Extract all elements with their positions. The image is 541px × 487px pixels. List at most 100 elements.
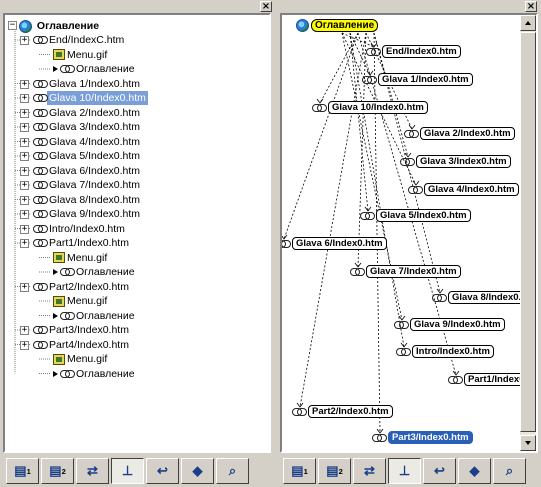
tree-item-page[interactable]: Glava 6/Index0.htm xyxy=(33,164,142,178)
expand-icon[interactable]: + xyxy=(20,340,29,350)
tree-item-page[interactable]: Glava 2/Index0.htm xyxy=(33,106,142,120)
tree-item-image[interactable]: Menu.gif xyxy=(53,251,109,265)
tab-number: 1 xyxy=(26,466,31,476)
tree-item-page[interactable]: Part3/Index0.htm xyxy=(33,323,131,337)
map-root-node[interactable]: Оглавление xyxy=(311,19,379,32)
objects-tab[interactable]: ◆ xyxy=(181,458,214,484)
search-tab[interactable]: ⌕ xyxy=(216,458,249,484)
link-icon xyxy=(432,293,447,302)
tree-item-page[interactable]: Glava 3/Index0.htm xyxy=(33,120,142,134)
close-tree-pane-button[interactable]: × xyxy=(260,1,272,12)
link-icon xyxy=(33,108,48,117)
site-map-view[interactable]: Оглавление End/Index0.htm Glava 1/Index0.… xyxy=(280,13,538,453)
map-node[interactable]: Glava 1/Index0.htm xyxy=(362,73,473,86)
tree-item-page[interactable]: Part4/Index0.htm xyxy=(33,338,131,352)
map-node[interactable]: End/Index0.htm xyxy=(366,45,461,58)
expand-icon[interactable]: + xyxy=(20,108,29,118)
tree-item-image[interactable]: Menu.gif xyxy=(53,294,109,308)
tree-item-page[interactable]: Glava 5/Index0.htm xyxy=(33,149,142,163)
link-icon xyxy=(366,47,381,56)
map-node[interactable]: Glava 9/Index0.htm xyxy=(394,318,505,331)
tree-item-page[interactable]: Glava 10/Index0.htm xyxy=(33,91,148,105)
tree-item-label: Glava 3/Index0.htm xyxy=(49,121,141,133)
arrow-icon xyxy=(53,66,58,73)
map-node[interactable]: Glava 4/Index0.htm xyxy=(408,183,519,196)
scroll-up-button[interactable] xyxy=(520,15,536,31)
tree-item-backlink[interactable]: Оглавление xyxy=(53,367,137,381)
expand-icon[interactable]: + xyxy=(20,282,29,292)
tree-item-page[interactable]: Part2/Index0.htm xyxy=(33,280,131,294)
tree-item-page[interactable]: Glava 1/Index0.htm xyxy=(33,77,142,91)
expand-icon[interactable]: + xyxy=(20,123,29,132)
map-vertical-scrollbar[interactable] xyxy=(520,15,536,451)
search-tab[interactable]: ⌕ xyxy=(493,458,526,484)
view-2-tab[interactable]: ▤ 2 xyxy=(41,458,74,484)
expand-icon[interactable]: + xyxy=(20,79,29,89)
objects-tab[interactable]: ◆ xyxy=(458,458,491,484)
hierarchy-tab[interactable]: ⊥ xyxy=(111,458,144,484)
view-1-tab[interactable]: ▤ 1 xyxy=(6,458,39,484)
tree-item-label: Оглавление xyxy=(76,367,135,380)
site-tree-view[interactable]: − Оглавление End/IndexC.htm + Menu.gif Огла… xyxy=(3,13,271,453)
link-icon xyxy=(282,239,291,248)
tree-item-backlink[interactable]: Оглавление xyxy=(53,309,137,323)
links-icon: ⇄ xyxy=(364,463,375,478)
expand-icon[interactable]: + xyxy=(20,181,29,190)
link-icon xyxy=(33,152,48,161)
return-tab[interactable]: ↩ xyxy=(423,458,456,484)
return-tab[interactable]: ↩ xyxy=(146,458,179,484)
scroll-down-button[interactable] xyxy=(520,435,536,451)
map-node-label: Intro/Index0.htm xyxy=(412,345,494,358)
link-icon xyxy=(33,166,48,175)
tree-item-label: Part4/Index0.htm xyxy=(49,338,129,351)
map-node-label: Part3/Index0.htm xyxy=(388,431,473,444)
tree-item-page[interactable]: Glava 8/Index0.htm xyxy=(33,193,142,207)
hierarchy-tab[interactable]: ⊥ xyxy=(388,458,421,484)
expand-icon[interactable]: + xyxy=(20,326,29,335)
expand-icon[interactable]: + xyxy=(20,94,29,103)
links-tab[interactable]: ⇄ xyxy=(353,458,386,484)
tree-item-page[interactable]: Intro/Index0.htm xyxy=(33,222,127,236)
links-tab[interactable]: ⇄ xyxy=(76,458,109,484)
tree-item-label: Glava 1/Index0.htm xyxy=(49,77,141,90)
map-node[interactable]: Part3/Index0.htm xyxy=(372,431,473,444)
expand-icon[interactable]: + xyxy=(20,137,29,147)
expand-icon[interactable]: + xyxy=(20,166,29,176)
map-node[interactable]: Glava 3/Index0.htm xyxy=(400,155,511,168)
tree-item-backlink[interactable]: Оглавление xyxy=(53,62,137,76)
tree-item-page[interactable]: Glava 9/Index0.htm xyxy=(33,207,142,221)
map-node[interactable]: Glava 7/Index0.htm xyxy=(350,265,461,278)
tree-item-page[interactable]: Glava 4/Index0.htm xyxy=(33,135,142,149)
map-node[interactable]: Intro/Index0.htm xyxy=(396,345,494,358)
tree-item-image[interactable]: Menu.gif xyxy=(53,352,109,366)
tree-item-backlink[interactable]: Оглавление xyxy=(53,265,137,279)
collapse-icon[interactable]: − xyxy=(8,21,17,30)
map-node[interactable]: Part2/Index0.htm xyxy=(292,405,393,418)
tree-item-label: End/IndexC.htm xyxy=(49,34,125,46)
expand-icon[interactable]: + xyxy=(20,152,29,161)
expand-icon[interactable]: + xyxy=(20,36,29,45)
tree-root[interactable]: − Оглавление xyxy=(8,19,101,33)
map-node-label: Glava 7/Index0.htm xyxy=(366,265,461,278)
expand-icon[interactable]: + xyxy=(20,210,29,219)
link-icon xyxy=(60,311,75,320)
tree-item-page[interactable]: Part1/Index0.htm xyxy=(33,236,131,250)
map-node[interactable]: Glava 5/Index0.htm xyxy=(360,209,471,222)
expand-icon[interactable]: + xyxy=(20,239,29,248)
map-node-label: Glava 5/Index0.htm xyxy=(376,209,471,222)
map-node[interactable]: Glava 2/Index0.htm xyxy=(404,127,515,140)
tree-item-page[interactable]: End/IndexC.htm xyxy=(33,33,126,47)
map-node[interactable]: Glava 6/Index0.htm xyxy=(282,237,387,250)
tree-item-image[interactable]: Menu.gif xyxy=(53,48,109,62)
view-2-tab[interactable]: ▤ 2 xyxy=(318,458,351,484)
scroll-thumb[interactable] xyxy=(520,32,536,432)
arrow-icon xyxy=(53,269,58,276)
map-node[interactable]: Glava 10/Index0.htm xyxy=(312,101,428,114)
close-map-pane-button[interactable]: × xyxy=(525,1,537,12)
view-1-tab[interactable]: ▤ 1 xyxy=(283,458,316,484)
map-node-label: End/Index0.htm xyxy=(382,45,461,58)
map-root[interactable]: Оглавление xyxy=(296,19,379,32)
expand-icon[interactable]: + xyxy=(20,224,29,234)
expand-icon[interactable]: + xyxy=(20,195,29,205)
tree-item-page[interactable]: Glava 7/Index0.htm xyxy=(33,178,142,192)
